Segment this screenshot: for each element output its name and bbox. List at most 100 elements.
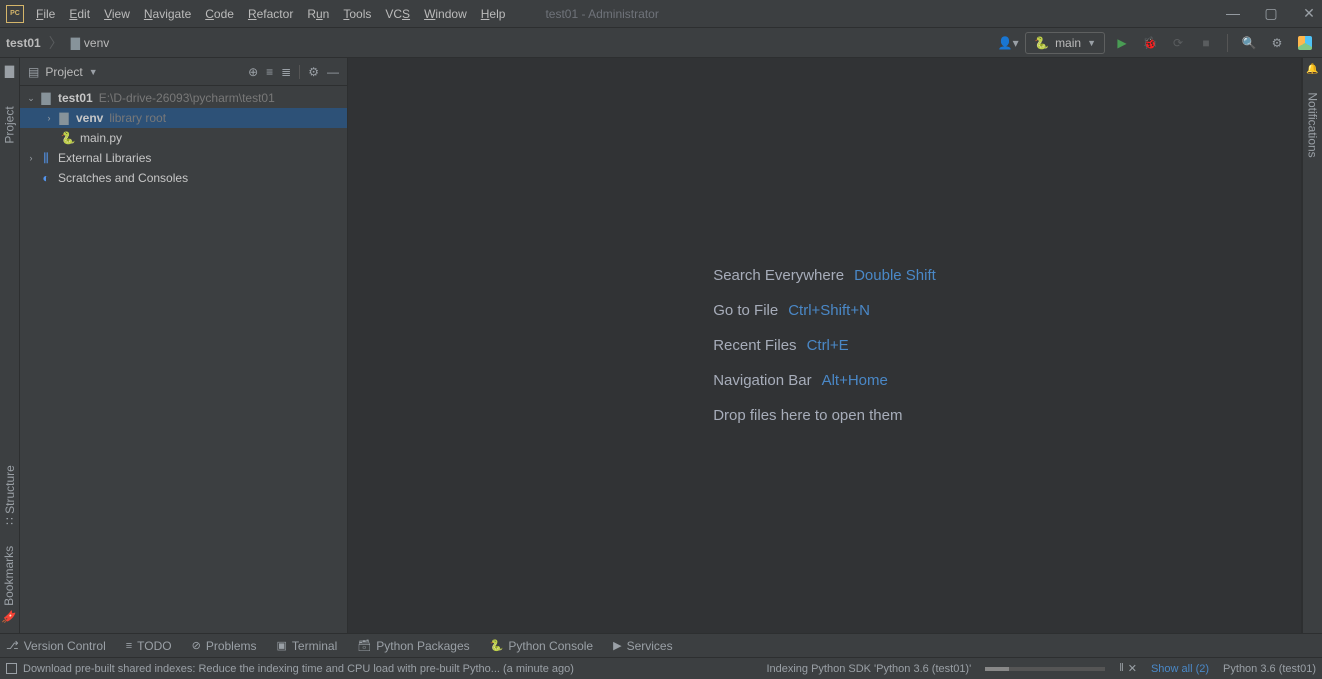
window-controls: — ▢ ✕ <box>1226 5 1316 22</box>
tree-row-scratches[interactable]: ◐ Scratches and Consoles <box>20 168 347 188</box>
tree-main-name: main.py <box>80 131 122 145</box>
debug-button[interactable]: 🐞 <box>1139 32 1161 54</box>
python-file-icon: 🐍 <box>60 131 76 145</box>
packages-icon: 🗃 <box>357 639 371 652</box>
left-gutter: ▇ Project ∷ Structure 🔖 Bookmarks <box>0 58 20 633</box>
status-message[interactable]: Download pre-built shared indexes: Reduc… <box>23 663 574 675</box>
python-icon: 🐍 <box>490 639 504 652</box>
gutter-tab-structure[interactable]: ∷ Structure <box>3 465 17 525</box>
chevron-right-icon: 〉 <box>49 33 63 53</box>
interpreter-indicator[interactable]: Python 3.6 (test01) <box>1223 663 1316 675</box>
tree-row-main[interactable]: 🐍 main.py <box>20 128 347 148</box>
tool-problems[interactable]: ⊘Problems <box>192 639 257 653</box>
folder-icon: ▇ <box>71 36 80 50</box>
tree-extlibs-name: External Libraries <box>58 151 151 165</box>
menu-help[interactable]: Help <box>481 7 506 21</box>
project-panel-title: Project <box>45 65 82 79</box>
status-bar: Download pre-built shared indexes: Reduc… <box>0 657 1322 679</box>
hide-panel-icon[interactable]: — <box>327 65 339 79</box>
tool-todo[interactable]: ≡TODO <box>126 639 172 653</box>
show-all-link[interactable]: Show all (2) <box>1151 663 1209 675</box>
folder-icon: ▇ <box>56 111 72 125</box>
hint-recent-files: Recent Files Ctrl+E <box>713 337 936 354</box>
notifications-bell-icon[interactable]: 🔔 <box>1306 64 1318 75</box>
tree-root-name: test01 <box>58 91 93 105</box>
shortcut-hints: Search Everywhere Double Shift Go to Fil… <box>713 267 936 424</box>
minimize-button[interactable]: — <box>1226 5 1240 22</box>
tool-python-packages[interactable]: 🗃Python Packages <box>357 639 469 653</box>
tool-python-console[interactable]: 🐍Python Console <box>490 639 593 653</box>
progress-bar <box>985 667 1105 671</box>
codewithme-button[interactable] <box>1294 32 1316 54</box>
gutter-tab-bookmarks[interactable]: 🔖 Bookmarks <box>3 546 17 624</box>
coverage-button[interactable]: ⟳ <box>1167 32 1189 54</box>
menu-edit[interactable]: Edit <box>69 7 90 21</box>
menu-window[interactable]: Window <box>424 7 467 21</box>
add-user-icon[interactable]: 👤▾ <box>997 32 1019 54</box>
run-config-name: main <box>1055 36 1081 50</box>
gutter-tab-project[interactable]: Project <box>3 106 17 143</box>
breadcrumb[interactable]: test01 〉 ▇ venv <box>6 33 109 53</box>
editor-empty-state[interactable]: Search Everywhere Double Shift Go to Fil… <box>348 58 1302 633</box>
scratches-icon: ◐ <box>38 171 54 185</box>
tree-scratches-name: Scratches and Consoles <box>58 171 188 185</box>
menu-tools[interactable]: Tools <box>343 7 371 21</box>
close-button[interactable]: ✕ <box>1302 5 1316 22</box>
chevron-down-icon[interactable]: ⌄ <box>24 93 38 104</box>
stop-indexing-button[interactable]: ✕ <box>1128 662 1137 675</box>
run-button[interactable]: ▶ <box>1111 32 1133 54</box>
menu-vcs[interactable]: VCS <box>385 7 410 21</box>
chevron-right-icon[interactable]: › <box>42 113 56 123</box>
breadcrumb-root[interactable]: test01 <box>6 36 41 50</box>
todo-icon: ≡ <box>126 640 132 652</box>
hint-search-everywhere: Search Everywhere Double Shift <box>713 267 936 284</box>
project-tool-icon[interactable]: ▇ <box>5 64 14 78</box>
services-icon: ▶ <box>613 639 621 652</box>
library-icon: ⫼ <box>38 151 54 166</box>
collapse-all-icon[interactable]: ≣ <box>281 65 291 79</box>
tool-services[interactable]: ▶Services <box>613 639 672 653</box>
main-menu: File Edit View Navigate Code Refactor Ru… <box>36 7 505 21</box>
chevron-down-icon[interactable]: ▼ <box>89 67 98 77</box>
search-button[interactable]: 🔍 <box>1238 32 1260 54</box>
chevron-down-icon: ▼ <box>1087 38 1096 48</box>
run-config-selector[interactable]: 🐍 main ▼ <box>1025 32 1105 54</box>
menu-run[interactable]: Run <box>307 7 329 21</box>
tool-terminal[interactable]: ▣Terminal <box>277 639 338 653</box>
project-tree[interactable]: ⌄ ▇ test01 E:\D-drive-26093\pycharm\test… <box>20 86 347 633</box>
title-bar: PC File Edit View Navigate Code Refactor… <box>0 0 1322 28</box>
branch-icon: ⎇ <box>6 639 19 652</box>
problems-icon: ⊘ <box>192 639 201 652</box>
tree-venv-hint: library root <box>109 111 166 125</box>
maximize-button[interactable]: ▢ <box>1264 5 1278 22</box>
right-gutter: 🔔 Notifications <box>1302 58 1322 633</box>
settings-button[interactable]: ⚙ <box>1266 32 1288 54</box>
stop-button[interactable]: ■ <box>1195 32 1217 54</box>
project-panel-header: ▤ Project ▼ ⊕ ≡ ≣ ⚙ — <box>20 58 347 86</box>
terminal-icon: ▣ <box>277 639 287 652</box>
menu-file[interactable]: File <box>36 7 55 21</box>
select-opened-file-icon[interactable]: ⊕ <box>248 65 258 79</box>
status-indexing: Indexing Python SDK 'Python 3.6 (test01)… <box>766 663 971 675</box>
tree-row-venv[interactable]: › ▇ venv library root <box>20 108 347 128</box>
menu-view[interactable]: View <box>104 7 130 21</box>
project-panel: ▤ Project ▼ ⊕ ≡ ≣ ⚙ — ⌄ ▇ test01 E:\D-dr… <box>20 58 348 633</box>
tree-row-root[interactable]: ⌄ ▇ test01 E:\D-drive-26093\pycharm\test… <box>20 88 347 108</box>
tool-version-control[interactable]: ⎇Version Control <box>6 639 106 653</box>
pause-indexing-button[interactable]: ‖ <box>1119 662 1124 675</box>
expand-all-icon[interactable]: ≡ <box>266 65 273 79</box>
settings-icon[interactable]: ⚙ <box>308 65 319 79</box>
menu-navigate[interactable]: Navigate <box>144 7 191 21</box>
tool-windows-quick-access-icon[interactable] <box>6 663 17 674</box>
chevron-right-icon[interactable]: › <box>24 153 38 163</box>
menu-refactor[interactable]: Refactor <box>248 7 293 21</box>
breadcrumb-child[interactable]: venv <box>84 36 109 50</box>
tool-window-bar: ⎇Version Control ≡TODO ⊘Problems ▣Termin… <box>0 633 1322 657</box>
menu-code[interactable]: Code <box>205 7 234 21</box>
tree-row-ext-libs[interactable]: › ⫼ External Libraries <box>20 148 347 168</box>
gutter-tab-notifications[interactable]: Notifications <box>1306 92 1320 157</box>
hint-navigation-bar: Navigation Bar Alt+Home <box>713 372 936 389</box>
tree-venv-name: venv <box>76 111 103 125</box>
navigation-bar: test01 〉 ▇ venv 👤▾ 🐍 main ▼ ▶ 🐞 ⟳ ■ 🔍 ⚙ <box>0 28 1322 58</box>
pycharm-logo-icon: PC <box>6 5 24 23</box>
